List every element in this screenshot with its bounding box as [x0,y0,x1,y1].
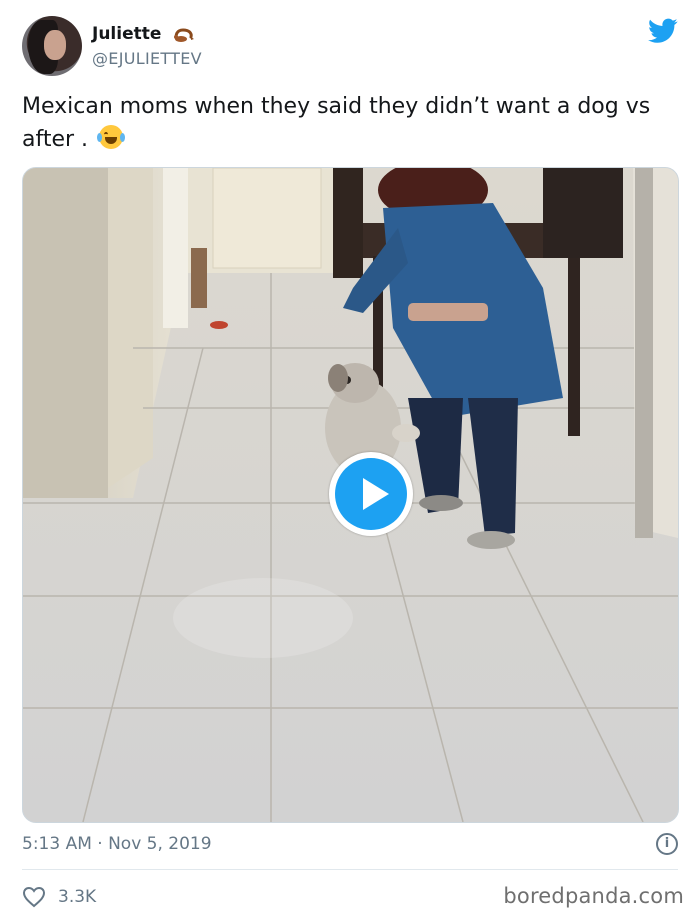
watermark: boredpanda.com [503,884,684,908]
heart-icon[interactable] [22,886,46,908]
author-handle[interactable]: @EJULIETTEV [92,49,202,68]
info-icon[interactable]: i [656,833,678,855]
like-count: 3.3K [58,887,97,907]
face-with-tears-of-joy-icon [97,125,126,149]
tweet-timestamp[interactable]: 5:13 AM · Nov 5, 2019 [22,834,212,854]
author-name-row[interactable]: Juliette [92,24,197,44]
play-button[interactable] [329,452,413,536]
play-icon[interactable] [335,458,407,530]
like-action[interactable]: 3.3K [22,884,96,910]
divider [22,869,678,870]
twitter-bird-icon[interactable] [648,18,678,44]
author-name[interactable]: Juliette [92,24,161,44]
author-avatar[interactable] [22,16,82,76]
tweet-text: Mexican moms when they said they didn’t … [22,90,682,156]
scorpion-emoji-icon [174,28,195,42]
video-player[interactable] [22,167,679,823]
